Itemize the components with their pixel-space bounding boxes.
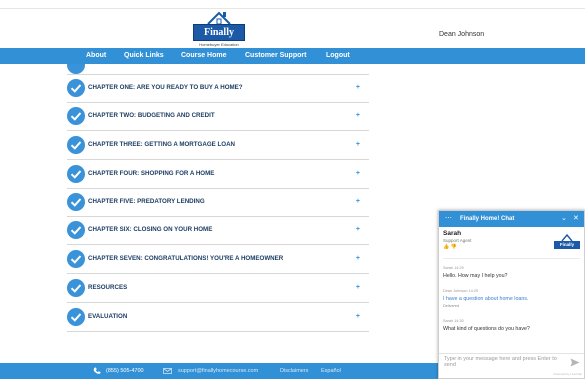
chapter-row[interactable]: EVALUATION + bbox=[67, 304, 369, 332]
plus-icon[interactable]: + bbox=[356, 246, 360, 274]
nav-customer-support[interactable]: Customer Support bbox=[245, 48, 306, 64]
nav-about[interactable]: About bbox=[86, 48, 106, 64]
agent-avatar-wordmark: Finally Home! bbox=[554, 241, 580, 255]
minimize-icon[interactable]: ⌄ bbox=[561, 211, 567, 227]
plus-icon[interactable]: + bbox=[356, 275, 360, 303]
message-meta: Sarah 14:30 bbox=[443, 319, 464, 323]
header-divider bbox=[0, 8, 585, 9]
chat-divider bbox=[443, 258, 580, 259]
message-meta: Sarah 14:29 bbox=[443, 266, 464, 270]
house-logo-icon bbox=[207, 11, 231, 25]
powered-by: Powered by LiveChat bbox=[553, 372, 582, 376]
check-circle-icon bbox=[67, 107, 85, 125]
user-name[interactable]: Dean Johnson bbox=[439, 31, 484, 38]
plus-icon[interactable]: + bbox=[356, 217, 360, 245]
chat-message-input[interactable]: Type in your message here and press Ente… bbox=[444, 356, 564, 368]
plus-icon[interactable]: + bbox=[356, 75, 360, 103]
house-logo-icon bbox=[561, 233, 573, 241]
chapter-title: EVALUATION bbox=[88, 313, 128, 320]
main-nav: About Quick Links Course Home Customer S… bbox=[0, 48, 585, 64]
chapter-title: CHAPTER FIVE: PREDATORY LENDING bbox=[88, 198, 205, 205]
check-circle-icon bbox=[67, 221, 85, 239]
chapter-row[interactable]: CHAPTER ONE: ARE YOU READY TO BUY A HOME… bbox=[67, 75, 369, 103]
plus-icon[interactable]: + bbox=[356, 161, 360, 189]
chapter-row[interactable]: CHAPTER FIVE: PREDATORY LENDING + bbox=[67, 189, 369, 217]
check-circle-icon bbox=[67, 250, 85, 268]
message-text: Hello. How may I help you? bbox=[443, 273, 508, 279]
message-status: Delivered bbox=[443, 304, 460, 308]
logo-wordmark: Finally Home! bbox=[193, 24, 245, 53]
plus-icon[interactable]: + bbox=[356, 132, 360, 160]
agent-avatar: Finally Home! bbox=[554, 233, 580, 255]
chapter-title: CHAPTER SIX: CLOSING ON YOUR HOME bbox=[88, 226, 213, 233]
chapter-row[interactable]: CHAPTER FOUR: SHOPPING FOR A HOME + bbox=[67, 161, 369, 189]
chapter-row[interactable]: CHAPTER SIX: CLOSING ON YOUR HOME + bbox=[67, 217, 369, 245]
plus-icon[interactable]: + bbox=[356, 189, 360, 217]
nav-course-home[interactable]: Course Home bbox=[181, 48, 227, 64]
menu-dots-icon[interactable]: ⋯ bbox=[445, 211, 452, 226]
site-logo[interactable]: Finally Home! Homebuyer Education bbox=[193, 10, 245, 53]
check-circle-icon bbox=[67, 79, 85, 97]
check-circle-icon bbox=[67, 308, 85, 326]
check-circle-icon bbox=[67, 136, 85, 154]
close-icon[interactable]: ✕ bbox=[573, 211, 579, 227]
chapter-title: CHAPTER TWO: BUDGETING AND CREDIT bbox=[88, 112, 215, 119]
chapter-row[interactable]: CHAPTER TWO: BUDGETING AND CREDIT + bbox=[67, 103, 369, 131]
chapter-title: RESOURCES bbox=[88, 284, 128, 291]
phone-icon bbox=[93, 367, 101, 374]
footer-espanol[interactable]: Español bbox=[321, 363, 341, 379]
agent-role: Support Agent bbox=[443, 238, 472, 243]
chapter-row[interactable]: RESOURCES + bbox=[67, 275, 369, 303]
agent-name: Sarah bbox=[443, 230, 462, 237]
chat-widget: ⋯ Finally Home! Chat ⌄ ✕ Sarah Support A… bbox=[438, 210, 585, 379]
chat-title: Finally Home! Chat bbox=[460, 216, 515, 222]
chapter-title: CHAPTER THREE: GETTING A MORTGAGE LOAN bbox=[88, 141, 236, 148]
chapter-row[interactable]: CHAPTER SEVEN: CONGRATULATIONS! YOU'RE A… bbox=[67, 246, 369, 274]
nav-quick-links[interactable]: Quick Links bbox=[124, 48, 164, 64]
footer-disclaimers[interactable]: Disclaimers bbox=[280, 363, 308, 379]
chat-header[interactable]: ⋯ Finally Home! Chat ⌄ ✕ bbox=[439, 211, 584, 227]
chapter-title: CHAPTER FOUR: SHOPPING FOR A HOME bbox=[88, 170, 215, 177]
message-text: I have a question about home loans. bbox=[443, 296, 529, 302]
check-circle-icon bbox=[67, 165, 85, 183]
email-icon bbox=[163, 368, 172, 374]
footer-phone[interactable]: (855) 505-4700 bbox=[106, 363, 144, 379]
logo-tagline: Homebuyer Education bbox=[199, 42, 239, 47]
chapter-title: CHAPTER SEVEN: CONGRATULATIONS! YOU'RE A… bbox=[88, 255, 284, 262]
chapter-title: CHAPTER ONE: ARE YOU READY TO BUY A HOME… bbox=[88, 84, 243, 91]
plus-icon[interactable]: + bbox=[356, 304, 360, 332]
check-circle-icon bbox=[67, 279, 85, 297]
check-circle-icon bbox=[67, 193, 85, 211]
chat-input-divider bbox=[439, 353, 584, 354]
nav-logout[interactable]: Logout bbox=[326, 48, 350, 64]
plus-icon[interactable]: + bbox=[356, 103, 360, 131]
message-meta: Dean Johnson 14:29 bbox=[443, 289, 479, 293]
chapter-row[interactable]: CHAPTER THREE: GETTING A MORTGAGE LOAN + bbox=[67, 132, 369, 160]
footer-email[interactable]: support@finallyhomecourse.com bbox=[178, 363, 258, 379]
rating-thumbs-icon[interactable]: 👍 👎 bbox=[443, 244, 457, 250]
send-icon[interactable] bbox=[570, 358, 580, 367]
message-text: What kind of questions do you have? bbox=[443, 326, 530, 332]
